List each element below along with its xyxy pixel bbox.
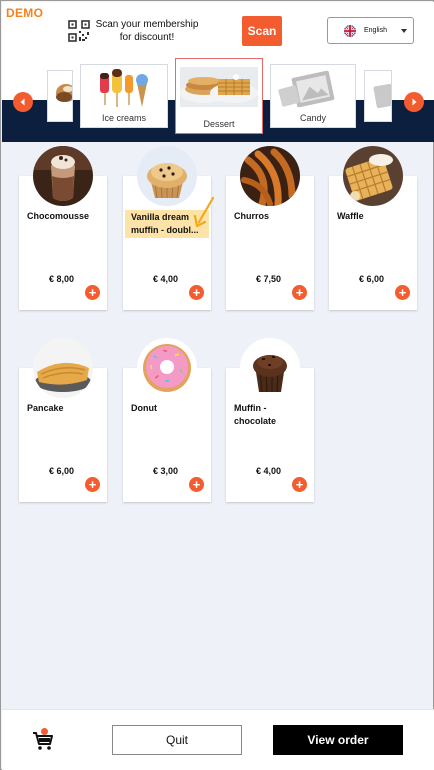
product-card[interactable]: Chocomousse € 8,00 + — [19, 146, 107, 310]
product-card[interactable]: Waffle € 6,00 + — [329, 146, 417, 310]
language-label: English — [364, 27, 387, 34]
product-card[interactable]: Muffin - chocolate € 4,00 + — [226, 338, 314, 502]
qr-code-icon — [68, 20, 90, 42]
vanilla-muffin-image — [137, 146, 197, 206]
quit-button[interactable]: Quit — [112, 725, 242, 755]
add-to-order-button[interactable]: + — [85, 477, 100, 492]
product-name: Waffle — [337, 211, 364, 221]
product-card[interactable]: Donut € 3,00 + — [123, 338, 211, 502]
food-thumbnail-icon — [56, 84, 72, 102]
category-card-partial[interactable] — [47, 70, 73, 122]
product-image — [33, 146, 93, 206]
app-frame: DEMO Scan your membership for discount! … — [0, 0, 434, 770]
product-name: Pancake — [27, 403, 64, 413]
uk-flag-icon — [344, 24, 356, 37]
image-placeholder-icon — [271, 65, 355, 115]
scan-button[interactable]: Scan — [242, 16, 282, 46]
carousel-next-button[interactable] — [404, 92, 424, 112]
add-to-order-button[interactable]: + — [395, 285, 410, 300]
product-price: € 8,00 — [49, 274, 75, 284]
category-label: Dessert — [203, 119, 235, 129]
product-image — [137, 146, 197, 206]
category-ice-creams[interactable]: Ice creams — [80, 64, 168, 128]
pointer-arrow-icon — [193, 196, 215, 228]
carousel-prev-button[interactable] — [13, 92, 33, 112]
product-price: € 3,00 — [153, 466, 179, 476]
category-label: Ice creams — [101, 113, 146, 123]
add-to-order-button[interactable]: + — [85, 285, 100, 300]
product-image — [33, 338, 93, 398]
view-order-button[interactable]: View order — [273, 725, 403, 755]
chevron-down-icon — [401, 29, 407, 33]
churros-image — [240, 146, 300, 206]
product-name: Donut — [131, 403, 157, 413]
add-to-order-button[interactable]: + — [189, 285, 204, 300]
demo-label: DEMO — [6, 6, 44, 20]
category-label: Candy — [299, 113, 326, 123]
chevron-right-icon — [412, 98, 417, 106]
membership-text: Scan your membership for discount! — [95, 19, 199, 43]
dessert-image — [176, 59, 262, 115]
chocolate-mousse-image — [33, 146, 93, 206]
product-name: Muffin - chocolate — [234, 403, 277, 426]
ice-cream-image — [81, 65, 167, 115]
header: DEMO Scan your membership for discount! … — [2, 2, 434, 58]
category-dessert[interactable]: Dessert — [175, 58, 263, 134]
chevron-left-icon — [20, 98, 25, 106]
product-price: € 6,00 — [359, 274, 385, 284]
product-price: € 4,00 — [256, 466, 282, 476]
pancake-image — [33, 338, 93, 398]
cart-badge — [41, 728, 48, 735]
footer-bar: Quit View order — [2, 709, 434, 770]
product-card[interactable]: Vanilla dream muffin - doubl... € 4,00 + — [123, 146, 215, 310]
image-placeholder-icon — [373, 83, 391, 109]
product-price: € 7,50 — [256, 274, 282, 284]
product-price: € 4,00 — [153, 274, 179, 284]
product-card[interactable]: Churros € 7,50 + — [226, 146, 314, 310]
donut-image — [137, 338, 197, 398]
add-to-order-button[interactable]: + — [292, 285, 307, 300]
product-name: Chocomousse — [27, 211, 90, 221]
add-to-order-button[interactable]: + — [189, 477, 204, 492]
chocolate-muffin-image — [240, 338, 300, 398]
product-image — [343, 146, 403, 206]
add-to-order-button[interactable]: + — [292, 477, 307, 492]
product-name: Churros — [234, 211, 270, 221]
language-selector[interactable]: English — [327, 17, 414, 44]
category-carousel: Ice creams Dessert Candy — [2, 58, 434, 142]
product-image — [137, 338, 197, 398]
product-image — [240, 146, 300, 206]
product-price: € 6,00 — [49, 466, 75, 476]
product-card[interactable]: Pancake € 6,00 + — [19, 338, 107, 502]
category-card-partial[interactable] — [364, 70, 392, 122]
category-candy[interactable]: Candy — [270, 64, 356, 128]
product-image — [240, 338, 300, 398]
waffle-image — [343, 146, 403, 206]
